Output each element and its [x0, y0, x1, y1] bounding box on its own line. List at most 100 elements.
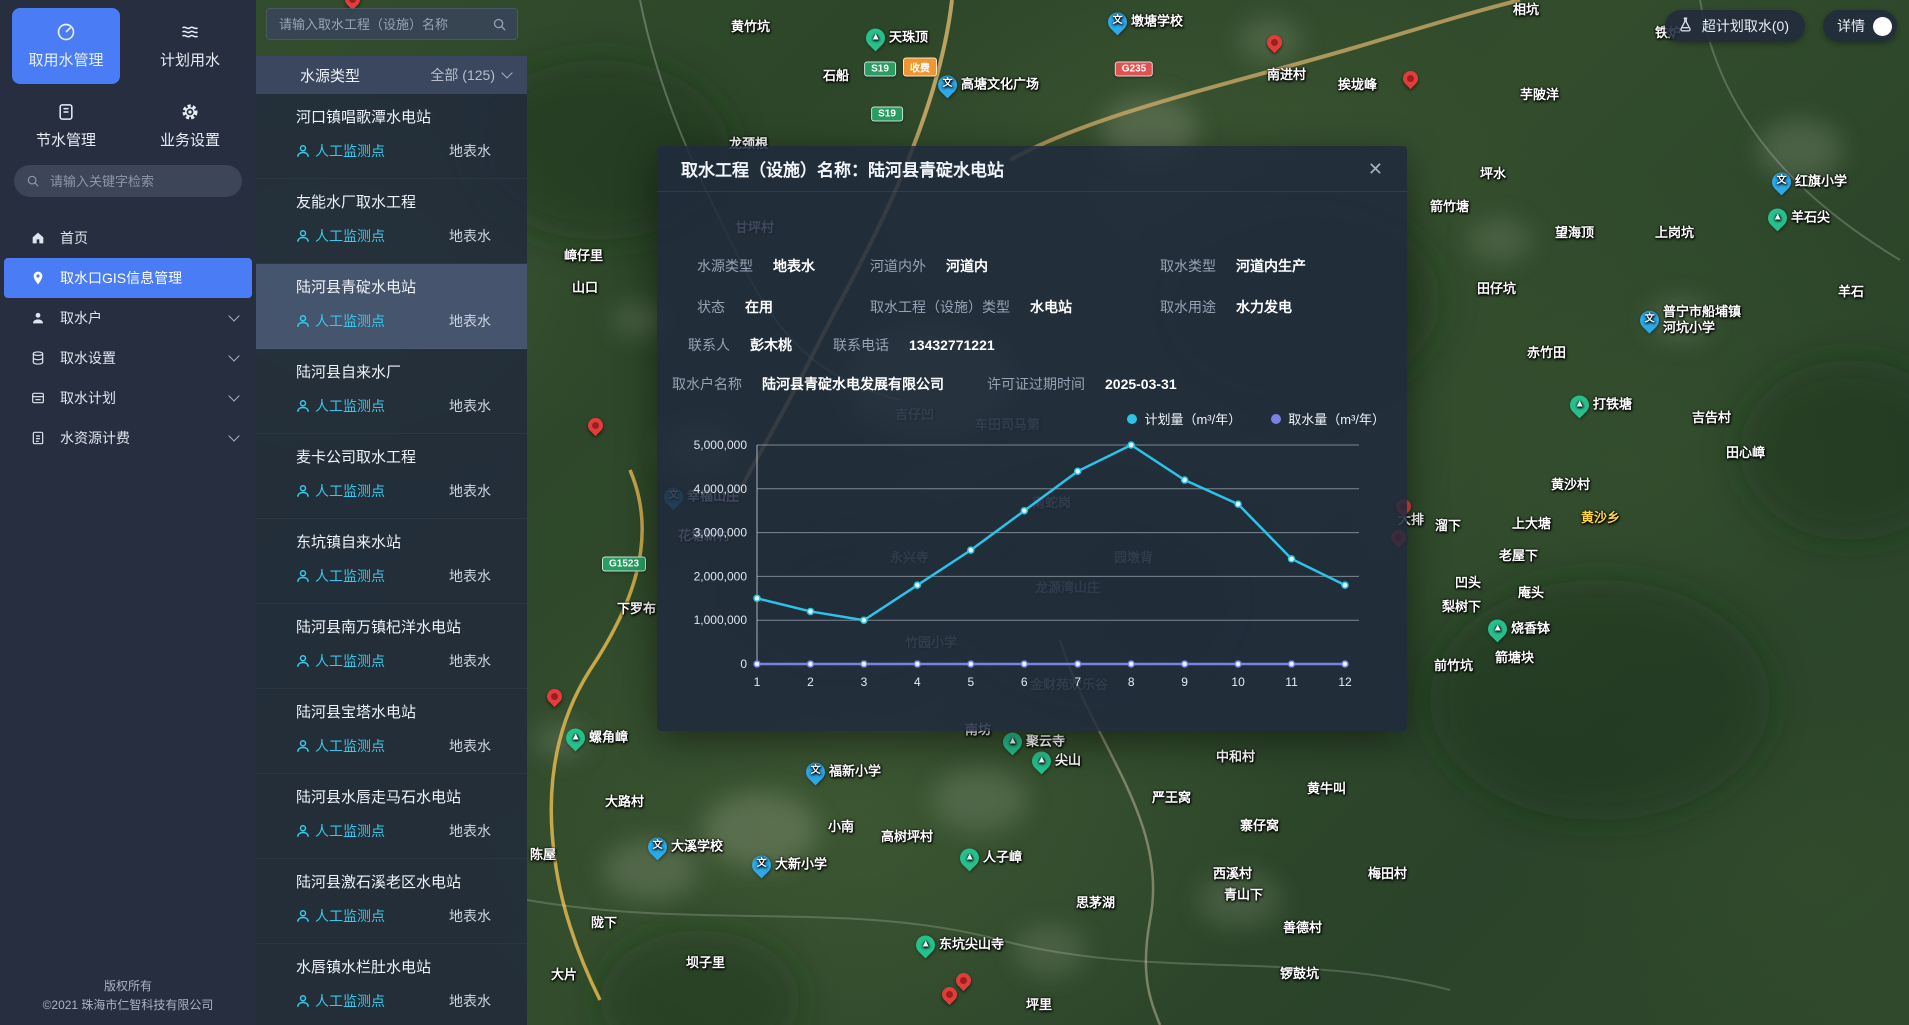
plan-vs-intake-chart: 01,000,0002,000,0003,000,0004,000,0005,0…: [657, 434, 1407, 734]
map-label[interactable]: ▲烧香钵: [1488, 620, 1550, 639]
person-icon: [296, 229, 310, 243]
station-list-item[interactable]: 河口镇唱歌潭水电站人工监测点地表水: [256, 94, 527, 179]
filter-value-dropdown[interactable]: 全部 (125): [430, 65, 511, 85]
sidebar-item-4[interactable]: 取水设置: [4, 338, 252, 378]
mountain-marker-icon[interactable]: ▲: [1764, 205, 1791, 232]
school-marker-icon[interactable]: 文: [1104, 9, 1131, 36]
map-label[interactable]: ▲人子嶂: [960, 849, 1022, 868]
map-label-text: 聚云寺: [1026, 734, 1065, 750]
mountain-marker-icon[interactable]: ▲: [862, 25, 889, 52]
detail-toggle[interactable]: 详情: [1823, 10, 1897, 42]
mountain-marker-icon[interactable]: ▲: [562, 725, 589, 752]
sidebar-item-1[interactable]: 首页: [4, 218, 252, 258]
monitor-type: 人工监测点: [296, 821, 385, 841]
station-list-item[interactable]: 麦卡公司取水工程人工监测点地表水: [256, 434, 527, 519]
map-label: 吉告村: [1692, 410, 1731, 426]
station-list-item[interactable]: 陆河县激石溪老区水电站人工监测点地表水: [256, 859, 527, 944]
station-list-item[interactable]: 陆河县南万镇杞洋水电站人工监测点地表水: [256, 604, 527, 689]
home-icon: [30, 230, 46, 246]
legend-label: 计划量（m³/年）: [1144, 409, 1241, 428]
legend-item[interactable]: 取水量（m³/年）: [1271, 409, 1385, 428]
map-label-text: 挨垅峰: [1338, 77, 1377, 93]
map-label-text: 东坑尖山寺: [939, 937, 1004, 953]
map-label[interactable]: ▲打铁塘: [1570, 396, 1632, 415]
mountain-marker-icon[interactable]: ▲: [1028, 748, 1055, 775]
map-label: 坝子里: [686, 955, 725, 971]
sidebar-item-3[interactable]: 取水户: [4, 298, 252, 338]
filter-label: 水源类型: [300, 65, 360, 86]
map-label[interactable]: ▲羊石尖: [1768, 209, 1830, 228]
waves-icon: [180, 22, 200, 42]
search-icon: [26, 174, 40, 188]
map-label: 善德村: [1283, 920, 1322, 936]
map-label[interactable]: ▲东坑尖山寺: [916, 936, 1004, 955]
map-label[interactable]: 文大溪学校: [648, 838, 723, 857]
road-badge: S19: [864, 62, 896, 77]
copyright-line1: 版权所有: [0, 977, 256, 996]
map-label: 上大塘: [1512, 516, 1551, 532]
map-label-text: 石船: [823, 68, 849, 84]
module-4[interactable]: 业务设置: [136, 88, 244, 164]
map-label[interactable]: 文墩塘学校: [1108, 13, 1183, 32]
map-label-text: 梨树下: [1442, 599, 1481, 615]
map-label[interactable]: ▲尖山: [1032, 752, 1081, 771]
school-marker-icon[interactable]: 文: [644, 834, 671, 861]
map-label: 庵头: [1518, 585, 1544, 601]
mountain-marker-icon[interactable]: ▲: [956, 845, 983, 872]
map-label[interactable]: 文红旗小学: [1772, 173, 1847, 192]
station-list-item[interactable]: 陆河县青碇水电站人工监测点地表水: [256, 264, 527, 349]
station-list-item[interactable]: 水唇镇水栏肚水电站人工监测点地表水: [256, 944, 527, 1025]
map-label[interactable]: 文福新小学: [806, 763, 881, 782]
school-marker-icon[interactable]: 文: [748, 852, 775, 879]
monitor-type: 人工监测点: [296, 651, 385, 671]
map-label-text: 普宁市船埔镇 河坑小学: [1663, 304, 1741, 337]
map-label[interactable]: ▲天珠顶: [866, 29, 928, 48]
map-label[interactable]: ▲螺角嶂: [566, 729, 628, 748]
map-label: 望海顶: [1555, 225, 1594, 241]
toggle-knob[interactable]: [1873, 17, 1892, 36]
map-label[interactable]: 文大新小学: [752, 856, 827, 875]
sidebar-item-6[interactable]: 水资源计费: [4, 418, 252, 458]
map-label: 锣鼓坑: [1280, 966, 1319, 982]
detail-toggle-label: 详情: [1837, 16, 1865, 36]
station-list-item[interactable]: 陆河县宝塔水电站人工监测点地表水: [256, 689, 527, 774]
map-label[interactable]: 文普宁市船埔镇 河坑小学: [1640, 304, 1741, 337]
station-search-input[interactable]: [277, 16, 484, 33]
legend-item[interactable]: 计划量（m³/年）: [1127, 409, 1241, 428]
over-plan-water-button[interactable]: 超计划取水(0): [1665, 10, 1805, 42]
map-label[interactable]: ▲聚云寺: [1003, 733, 1065, 752]
station-name: 陆河县激石溪老区水电站: [296, 871, 491, 892]
map-label-text: 螺角嶂: [589, 730, 628, 746]
sidebar-item-2[interactable]: 取水口GIS信息管理: [4, 258, 252, 298]
map-label[interactable]: 文高塘文化广场: [938, 76, 1039, 95]
station-name: 陆河县自来水厂: [296, 361, 491, 382]
mountain-marker-icon[interactable]: ▲: [1484, 616, 1511, 643]
school-marker-icon[interactable]: 文: [1768, 169, 1795, 196]
station-list-item[interactable]: 友能水厂取水工程人工监测点地表水: [256, 179, 527, 264]
station-list-item[interactable]: 陆河县自来水厂人工监测点地表水: [256, 349, 527, 434]
school-marker-icon[interactable]: 文: [802, 759, 829, 786]
module-3[interactable]: 节水管理: [12, 88, 120, 164]
source-type-filter: 水源类型 全部 (125): [256, 56, 527, 94]
station-list-item[interactable]: 陆河县水唇走马石水电站人工监测点地表水: [256, 774, 527, 859]
module-1[interactable]: 取用水管理: [12, 8, 120, 84]
station-list[interactable]: 河口镇唱歌潭水电站人工监测点地表水友能水厂取水工程人工监测点地表水陆河县青碇水电…: [256, 94, 527, 1025]
svg-text:10: 10: [1231, 675, 1245, 689]
search-icon[interactable]: [492, 17, 507, 32]
close-icon[interactable]: ✕: [1364, 156, 1387, 182]
map-label: 青山下: [1224, 887, 1263, 903]
sidebar-item-5[interactable]: 取水计划: [4, 378, 252, 418]
school-marker-icon[interactable]: 文: [934, 72, 961, 99]
sidebar-item-label: 取水口GIS信息管理: [60, 268, 238, 288]
svg-text:12: 12: [1338, 675, 1352, 689]
station-list-item[interactable]: 东坑镇自来水站人工监测点地表水: [256, 519, 527, 604]
module-2[interactable]: 计划用水: [136, 8, 244, 84]
map-label: 嶂仔里: [564, 248, 603, 264]
sidebar-search-input[interactable]: [48, 173, 230, 190]
temple-marker-icon[interactable]: ▲: [912, 932, 939, 959]
map-label: 前竹坑: [1434, 658, 1473, 674]
school-marker-icon[interactable]: 文: [1636, 307, 1663, 334]
sidebar-item-label: 取水户: [60, 308, 216, 328]
mountain-marker-icon[interactable]: ▲: [1566, 392, 1593, 419]
app-root: 黄竹坑▲天珠顶石船文高塘文化广场文墩塘学校相坑南进村挨垅峰芋陂洋铁炉坪水箭竹塘望…: [0, 0, 1909, 1025]
